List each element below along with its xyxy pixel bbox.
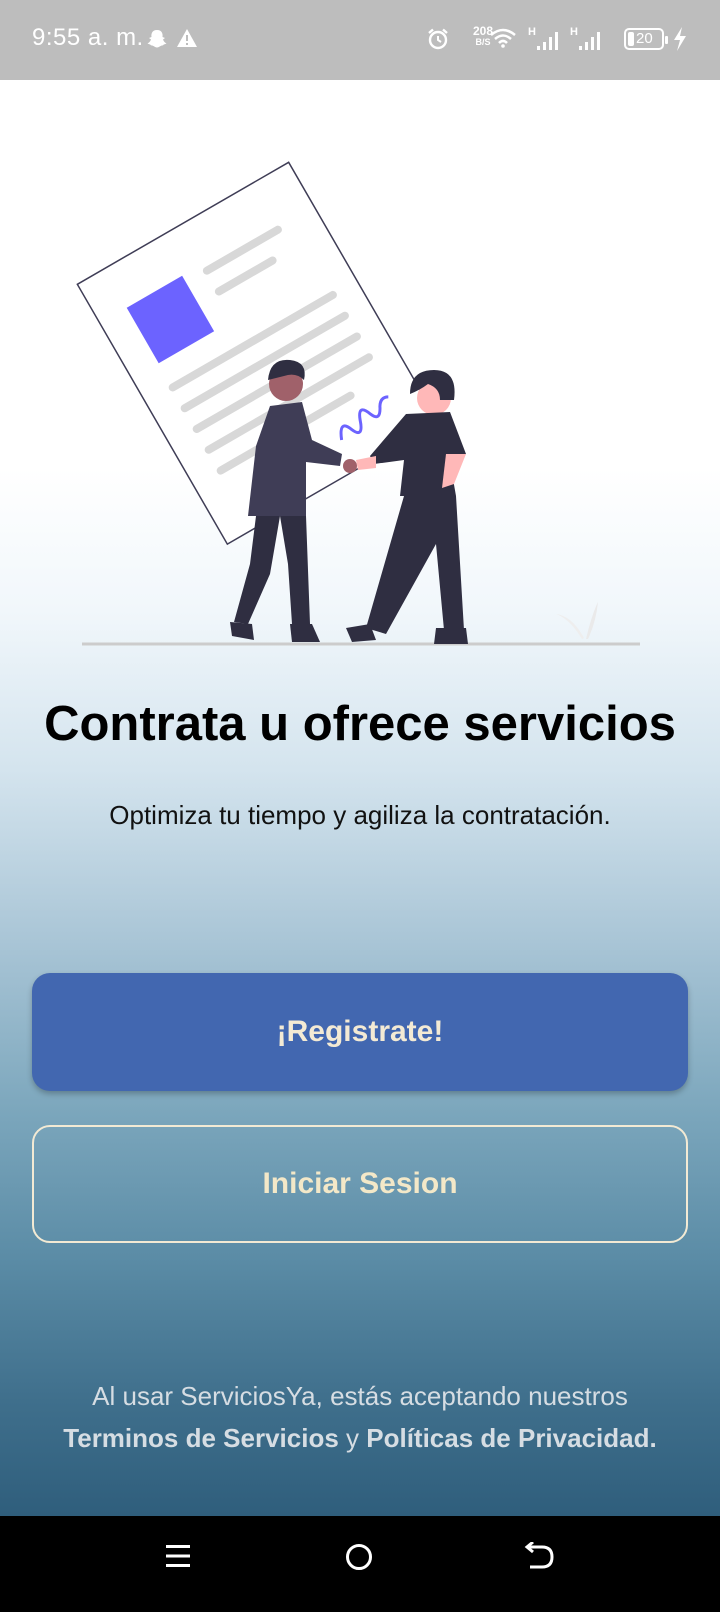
alarm-icon — [428, 28, 448, 50]
snapchat-ghost-icon — [147, 30, 167, 48]
battery-level: 20 — [636, 30, 653, 47]
welcome-screen: Contrata u ofrece servicios Optimiza tu … — [0, 80, 720, 1516]
signal-1-label: H — [528, 26, 536, 38]
legal-notice-line1: Al usar ServiciosYa, estás aceptando nue… — [92, 1381, 628, 1411]
home-icon[interactable] — [344, 1542, 374, 1572]
register-button[interactable]: ¡Registrate! — [32, 973, 688, 1091]
recent-apps-icon[interactable] — [164, 1542, 192, 1570]
signal-2-label: H — [570, 26, 578, 38]
status-bar: 9:55 a. m. 208 B/S H H 20 — [0, 0, 720, 80]
battery-icon: 20 — [624, 28, 668, 50]
privacy-policy-link[interactable]: Políticas de Privacidad — [366, 1423, 649, 1453]
legal-end-period: . — [649, 1423, 657, 1453]
login-button[interactable]: Iniciar Sesion — [32, 1125, 688, 1243]
charging-bolt-icon — [674, 27, 686, 51]
plant-leaf — [556, 614, 584, 639]
legal-notice: Al usar ServiciosYa, estás aceptando nue… — [0, 1375, 720, 1459]
back-icon[interactable] — [524, 1542, 556, 1572]
agreement-handshake-illustration — [76, 161, 640, 646]
wifi-icon — [490, 28, 516, 48]
subtitle: Optimiza tu tiempo y agiliza la contrata… — [109, 800, 611, 830]
signal-icon — [579, 32, 600, 50]
status-time: 9:55 a. m. — [32, 24, 144, 51]
terms-of-service-link[interactable]: Terminos de Servicios — [63, 1423, 339, 1453]
legal-connector: y — [338, 1423, 367, 1453]
signal-icon — [537, 32, 558, 50]
system-navigation-bar — [0, 1516, 720, 1612]
warning-icon — [177, 29, 197, 47]
login-button-label: Iniciar Sesion — [262, 1167, 458, 1200]
legal-notice-line2: Terminos de Servicios y Políticas de Pri… — [0, 1417, 720, 1459]
register-button-label: ¡Registrate! — [276, 1015, 444, 1048]
plant-leaf — [586, 602, 598, 639]
headline: Contrata u ofrece servicios — [44, 697, 676, 751]
